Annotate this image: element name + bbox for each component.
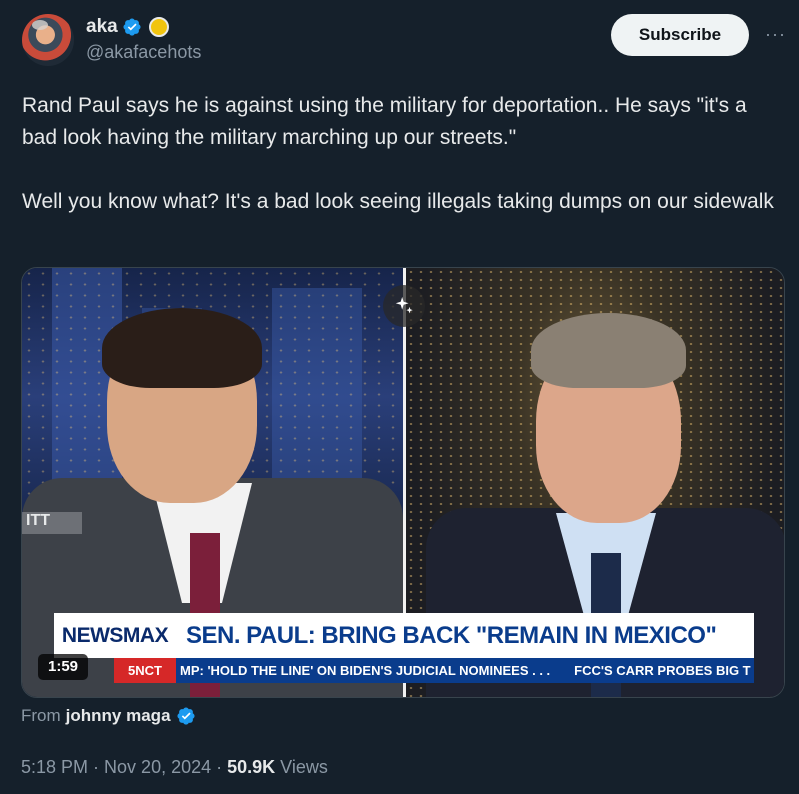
- author-handle[interactable]: @akafacehots: [86, 42, 201, 63]
- tweet-meta: 5:18 PM · Nov 20, 2024 · 50.9K Views: [21, 757, 328, 778]
- views-label: Views: [280, 757, 328, 777]
- more-options-icon[interactable]: ···: [765, 24, 787, 44]
- tweet-paragraph: Rand Paul says he is against using the m…: [22, 94, 747, 149]
- video-player[interactable]: ITT NEWSMAX SEN. PAUL: BRING BACK "REMAI…: [21, 267, 785, 698]
- video-duration: 1:59: [38, 654, 89, 680]
- avatar[interactable]: [22, 14, 74, 66]
- news-chyron: NEWSMAX SEN. PAUL: BRING BACK "REMAIN IN…: [54, 613, 754, 683]
- from-label: From: [21, 706, 61, 725]
- sparkle-icon[interactable]: [383, 285, 425, 327]
- tweet-date[interactable]: Nov 20, 2024: [104, 757, 211, 778]
- tweet-time[interactable]: 5:18 PM: [21, 757, 88, 778]
- subscribe-button[interactable]: Subscribe: [611, 14, 749, 56]
- network-logo: NEWSMAX: [54, 613, 176, 658]
- ticker-item: MP: 'HOLD THE LINE' ON BIDEN'S JUDICIAL …: [180, 663, 551, 678]
- chyron-headline-box: SEN. PAUL: BRING BACK "REMAIN IN MEXICO": [176, 613, 754, 658]
- network-logo-text: NEWSMAX: [61, 623, 169, 647]
- author-name-row[interactable]: aka: [86, 16, 169, 38]
- ticker-logo: 5NCT: [114, 658, 176, 683]
- meta-separator: ·: [93, 757, 100, 777]
- tweet-header: aka @akafacehots Subscribe ···: [22, 12, 787, 72]
- verified-badge-icon: [176, 707, 195, 725]
- tweet-text: Rand Paul says he is against using the m…: [22, 90, 782, 218]
- views-count: 50.9K: [227, 757, 276, 777]
- gold-circle-icon: [148, 17, 169, 37]
- meta-separator: ·: [216, 757, 223, 777]
- author-display-name[interactable]: aka: [86, 16, 118, 38]
- chyron-headline: SEN. PAUL: BRING BACK "REMAIN IN MEXICO": [186, 621, 717, 649]
- news-ticker: MP: 'HOLD THE LINE' ON BIDEN'S JUDICIAL …: [176, 658, 754, 683]
- tweet-paragraph: Well you know what? It's a bad look seei…: [22, 190, 774, 213]
- ticker-item: FCC'S CARR PROBES BIG T: [574, 663, 751, 678]
- verified-badge-icon: [123, 18, 141, 36]
- from-user-link[interactable]: johnny maga: [66, 706, 171, 726]
- channel-tag: ITT: [22, 512, 82, 534]
- media-attribution: From johnny maga: [21, 706, 196, 726]
